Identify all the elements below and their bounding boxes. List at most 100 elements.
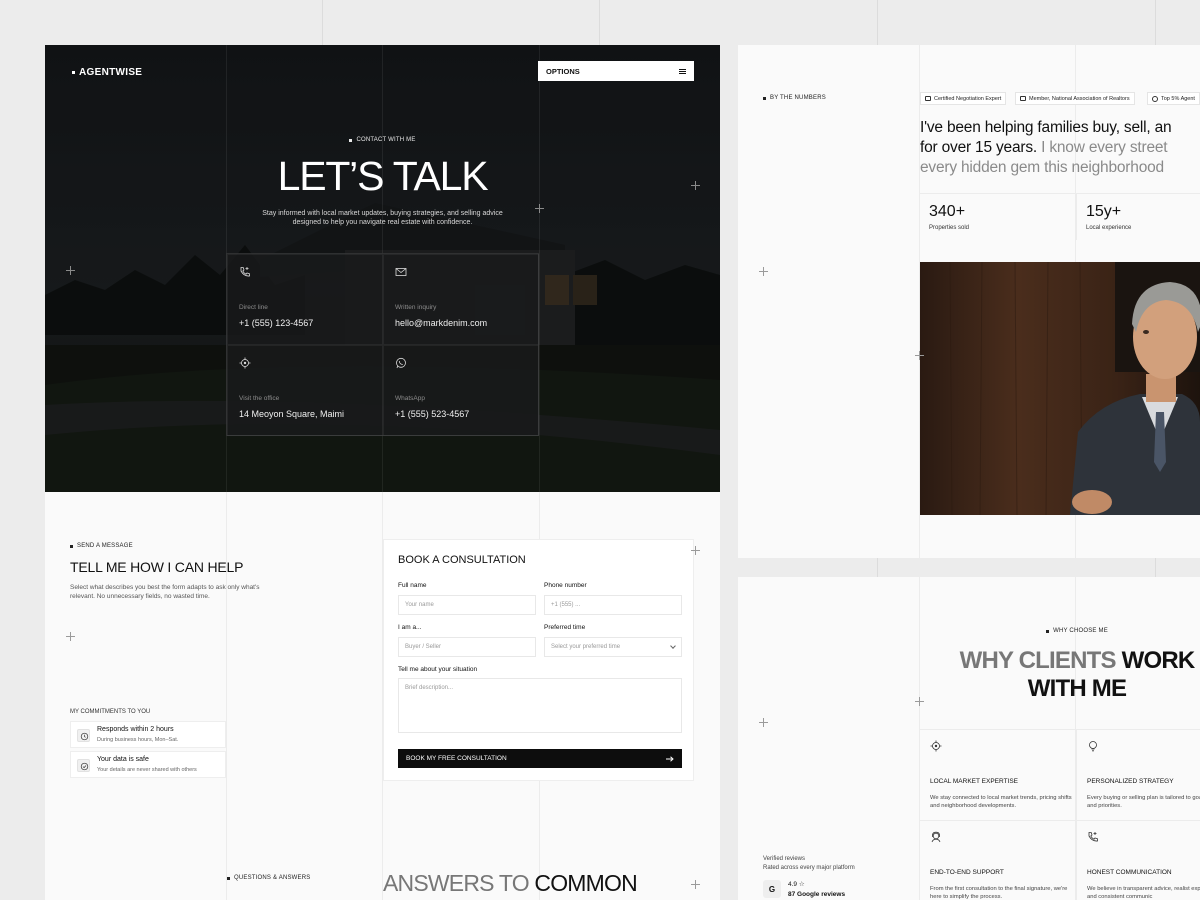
hero-eyebrow-text: CONTACT WITH ME — [356, 137, 416, 143]
badge-text: Certified Negotiation Expert — [934, 95, 1002, 102]
crosshair-marker — [66, 632, 75, 641]
crosshair-marker — [691, 181, 700, 190]
why-eyebrow-text: WHY CHOOSE ME — [1053, 628, 1108, 634]
full-name-input[interactable]: Your name — [398, 595, 536, 615]
contact-label: WhatsApp — [395, 395, 425, 402]
why-choose-panel: WHY CHOOSE ME WHY CLIENTS WORK WITH ME L… — [738, 577, 1200, 900]
commitment-subtitle: During business hours, Mon–Sat. — [97, 737, 179, 743]
contact-value[interactable]: hello@markdenim.com — [395, 318, 487, 328]
numbers-eyebrow: BY THE NUMBERS — [763, 95, 826, 101]
commitment-title: Your data is safe — [97, 756, 149, 763]
feature-desc: We believe in transparent advice, realis… — [1087, 886, 1200, 900]
commitment-item: Responds within 2 hours During business … — [70, 721, 226, 748]
preferred-time-value: Select your preferred time — [551, 644, 621, 650]
hero-eyebrow: CONTACT WITH ME — [45, 137, 720, 143]
feature-end-to-end: END-TO-END SUPPORT From the first consul… — [920, 820, 1076, 900]
contact-direct-line[interactable]: Direct line +1 (555) 123-4567 — [227, 254, 383, 345]
situation-textarea[interactable]: Brief description... — [398, 678, 682, 733]
brand-logo[interactable]: AGENTWISE — [72, 67, 142, 78]
why-title-line2: WITH ME — [1027, 675, 1127, 702]
crosshair-marker — [66, 266, 75, 275]
preferred-time-select[interactable]: Select your preferred time — [544, 637, 682, 657]
phone-icon — [240, 267, 250, 277]
crosshair-marker — [759, 267, 768, 276]
page-title: LET’S TALK — [277, 153, 489, 199]
crosshair-marker — [691, 880, 700, 889]
faq-title-grey: ANSWERS TO — [383, 870, 530, 896]
why-title-dark: WORK — [1121, 647, 1196, 674]
brand-logo-text: AGENTWISE — [79, 67, 143, 78]
message-eyebrow: SEND A MESSAGE — [70, 543, 133, 549]
feature-desc: From the first consultation to the final… — [930, 886, 1068, 900]
badge-text: Top 5% Agent — [1161, 95, 1195, 102]
contact-value[interactable]: 14 Meoyon Square, Maimi — [239, 409, 344, 419]
contact-whatsapp[interactable]: WhatsApp +1 (555) 523-4567 — [383, 345, 539, 436]
feature-local-market: LOCAL MARKET EXPERTISE We stay connected… — [920, 729, 1076, 821]
form-title: BOOK A CONSULTATION — [398, 554, 526, 566]
quote-line-3: every hidden gem this neighborhood — [920, 159, 1164, 176]
options-label: OPTIONS — [546, 66, 580, 76]
whatsapp-icon — [396, 357, 406, 369]
check-badge-icon — [1152, 95, 1158, 102]
feature-personalized-strategy: PERSONALIZED STRATEGY Every buying or se… — [1076, 729, 1200, 821]
rating-value: 4.9 ☆ — [788, 881, 805, 888]
commitments-label: MY COMMITMENTS TO YOU — [70, 709, 151, 715]
contact-value[interactable]: +1 (555) 123-4567 — [239, 318, 313, 328]
faq-title-dark: COMMON — [534, 870, 637, 896]
arrow-right-icon — [666, 755, 674, 762]
stat-label: Properties sold — [929, 225, 970, 231]
hero-section: AGENTWISE OPTIONS CONTACT WITH ME LET’S … — [45, 45, 720, 492]
options-menu-button[interactable]: OPTIONS — [538, 61, 694, 81]
contact-written-inquiry[interactable]: Written inquiry hello@markdenim.com — [383, 254, 539, 345]
location-icon — [239, 357, 251, 369]
stat-value: 340+ — [929, 203, 966, 220]
contact-office[interactable]: Visit the office 14 Meoyon Square, Maimi — [227, 345, 383, 436]
role-label: I am a... — [398, 624, 422, 631]
crosshair-marker — [535, 204, 544, 213]
about-numbers-panel: BY THE NUMBERS Certified Negotiation Exp… — [738, 45, 1200, 558]
why-eyebrow: WHY CHOOSE ME — [920, 628, 1200, 634]
faq-title: ANSWERS TO COMMON — [383, 870, 638, 897]
why-title: WHY CLIENTS WORK WITH ME — [920, 647, 1200, 703]
rating-count: 87 Google reviews — [788, 891, 846, 898]
crosshair-marker — [915, 351, 924, 360]
google-rating[interactable]: 4.9 ☆ 87 Google reviews — [788, 880, 845, 900]
message-description: Select what describes you best the form … — [70, 584, 260, 600]
feature-desc: Every buying or selling plan is tailored… — [1087, 795, 1200, 809]
mail-icon — [395, 268, 407, 276]
commitment-subtitle: Your details are never shared with other… — [97, 767, 197, 773]
chevron-down-icon — [670, 643, 676, 649]
support-agent-icon — [931, 831, 941, 843]
full-name-label: Full name — [398, 582, 427, 589]
stat-experience: 15y+ Local experience — [1076, 193, 1200, 240]
faq-eyebrow-text: QUESTIONS & ANSWERS — [234, 875, 311, 881]
why-title-grey: WHY CLIENTS — [959, 647, 1117, 674]
quote-line-2-grey: I know every street — [1037, 139, 1168, 156]
contact-grid: Direct line +1 (555) 123-4567 Written in… — [226, 253, 539, 436]
stat-value: 15y+ — [1086, 203, 1122, 220]
role-input[interactable]: Buyer / Seller — [398, 637, 536, 657]
contact-value[interactable]: +1 (555) 523-4567 — [395, 409, 469, 419]
feature-title: PERSONALIZED STRATEGY — [1087, 778, 1174, 785]
reviews-subtitle: Rated across every major platform — [763, 865, 855, 871]
badge-text: Member, National Association of Realtors — [1029, 95, 1130, 102]
numbers-eyebrow-text: BY THE NUMBERS — [770, 95, 826, 101]
phone-input[interactable]: +1 (555) ... — [544, 595, 682, 615]
stat-properties: 340+ Properties sold — [920, 193, 1075, 240]
badge-certified: Certified Negotiation Expert — [920, 92, 1007, 105]
stat-label: Local experience — [1086, 225, 1132, 231]
commitment-item: Your data is safe Your details are never… — [70, 751, 226, 778]
feature-title: HONEST COMMUNICATION — [1087, 869, 1172, 876]
reviews-label: Verified reviews Rated across every majo… — [763, 855, 855, 873]
intro-quote: I've been helping families buy, sell, an… — [920, 118, 1200, 178]
reviews-title: Verified reviews — [763, 856, 806, 862]
feature-desc: We stay connected to local market trends… — [930, 795, 1072, 809]
clock-icon — [77, 729, 90, 742]
situation-label: Tell me about your situation — [398, 666, 478, 673]
quote-line-2-dark: for over 15 years. — [920, 139, 1038, 156]
crosshair-marker — [691, 546, 700, 555]
contact-page-panel: AGENTWISE OPTIONS CONTACT WITH ME LET’S … — [45, 45, 720, 900]
grid-line — [226, 492, 227, 900]
book-consultation-button[interactable]: BOOK MY FREE CONSULTATION — [398, 749, 682, 768]
preferred-time-label: Preferred time — [544, 624, 586, 631]
